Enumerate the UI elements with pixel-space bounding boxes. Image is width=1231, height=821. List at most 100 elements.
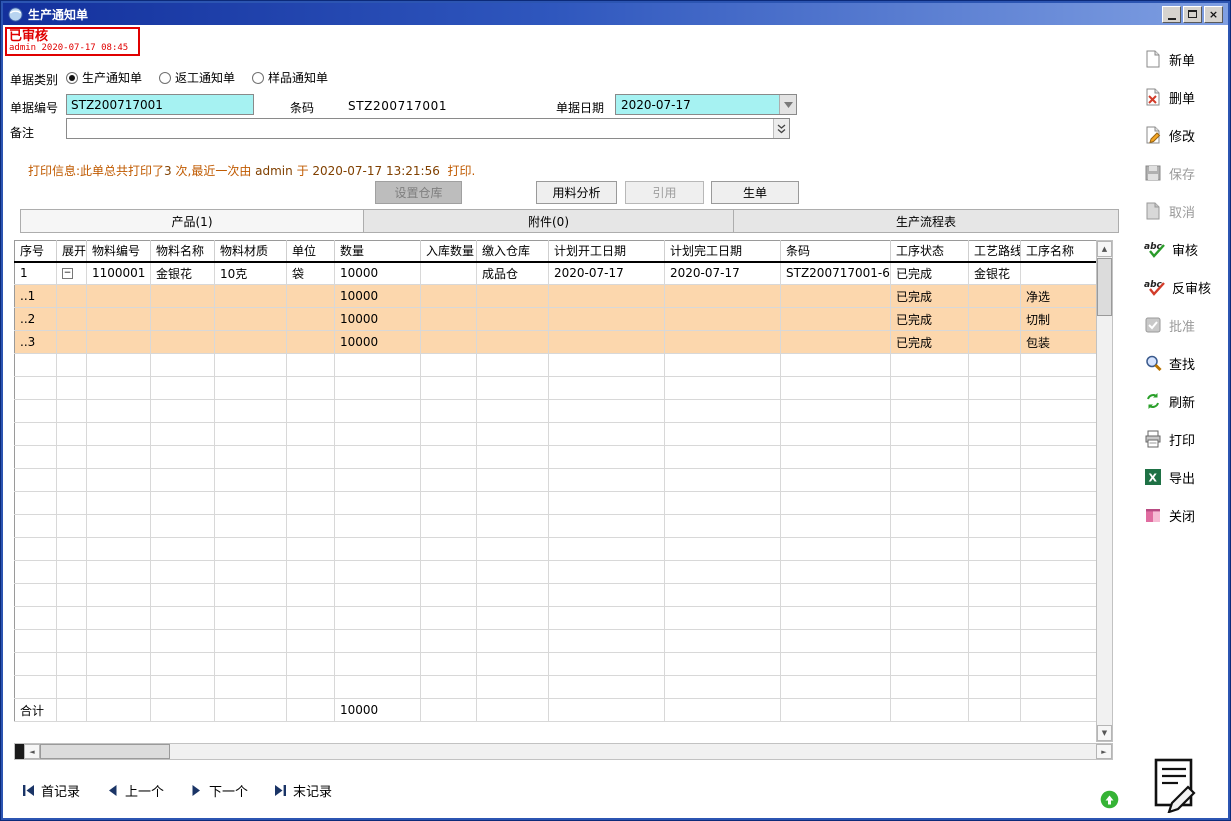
empty-row — [15, 423, 1097, 446]
sidebar-item-find[interactable]: 查找 — [1130, 344, 1228, 382]
radio-label: 样品通知单 — [268, 69, 328, 86]
action-button-1[interactable]: 用料分析 — [536, 181, 617, 204]
sidebar-item-label: 批准 — [1169, 316, 1195, 335]
scroll-down-icon[interactable]: ▼ — [1097, 725, 1112, 741]
cell: STZ200717001-60 — [781, 262, 891, 285]
column-header[interactable]: 工序状态 — [891, 241, 969, 262]
table-row[interactable]: 1−1100001金银花10克袋10000成品仓2020-07-172020-0… — [15, 262, 1097, 285]
column-header[interactable]: 工艺路线 — [969, 241, 1021, 262]
doc-no-input[interactable] — [66, 94, 254, 115]
scroll-track[interactable] — [170, 744, 1096, 759]
table-row[interactable]: ..310000已完成包装 — [15, 331, 1097, 354]
maximize-button[interactable] — [1183, 6, 1202, 23]
cell — [781, 331, 891, 354]
scroll-right-icon[interactable]: ► — [1096, 744, 1112, 759]
horizontal-scrollbar[interactable]: ◄ ► — [14, 743, 1113, 760]
sidebar-item-print[interactable]: 打印 — [1130, 420, 1228, 458]
column-header[interactable]: 序号 — [15, 241, 57, 262]
cell — [215, 331, 287, 354]
cell — [421, 285, 477, 308]
horizontal-scroll-thumb[interactable] — [40, 744, 170, 759]
sidebar-item-label: 审核 — [1172, 240, 1198, 259]
action-button-3[interactable]: 生单 — [711, 181, 799, 204]
double-chevron-down-icon[interactable] — [773, 119, 789, 138]
doc-type-radio-2[interactable]: 样品通知单 — [252, 69, 328, 86]
sidebar-item-unaudit[interactable]: abc反审核 — [1130, 268, 1228, 306]
total-qty: 10000 — [335, 699, 421, 722]
sidebar-item-label: 打印 — [1169, 430, 1195, 449]
doc-type-radio-0[interactable]: 生产通知单 — [66, 69, 142, 86]
print-info-segment: 次,最近一次由 — [172, 164, 255, 178]
scroll-left-icon[interactable]: ◄ — [24, 744, 40, 759]
cell — [57, 331, 87, 354]
column-header[interactable]: 入库数量 — [421, 241, 477, 262]
scroll-up-icon[interactable]: ▲ — [1097, 241, 1112, 257]
close-button[interactable]: × — [1204, 6, 1223, 23]
column-header[interactable]: 条码 — [781, 241, 891, 262]
tab-2[interactable]: 生产流程表 — [734, 209, 1119, 233]
chevron-down-icon[interactable] — [779, 95, 796, 114]
cell: 袋 — [287, 262, 335, 285]
column-header[interactable]: 计划完工日期 — [665, 241, 781, 262]
column-header[interactable]: 数量 — [335, 241, 421, 262]
empty-row — [15, 630, 1097, 653]
cell — [549, 285, 665, 308]
column-header[interactable]: 物料材质 — [215, 241, 287, 262]
sidebar-item-label: 刷新 — [1169, 392, 1195, 411]
barcode-value: STZ200717001 — [348, 99, 447, 113]
cell — [665, 308, 781, 331]
cell: 成品仓 — [477, 262, 549, 285]
remark-input[interactable] — [67, 119, 773, 138]
sidebar-item-delete[interactable]: 删单 — [1130, 78, 1228, 116]
doc-date-combo[interactable]: 2020-07-17 — [615, 94, 797, 115]
tab-1[interactable]: 附件(0) — [364, 209, 734, 233]
svg-text:X: X — [1149, 472, 1158, 485]
cell — [477, 331, 549, 354]
sidebar-item-new[interactable]: 新单 — [1130, 40, 1228, 78]
sidebar-item-refresh[interactable]: 刷新 — [1130, 382, 1228, 420]
table-row[interactable]: ..110000已完成净选 — [15, 285, 1097, 308]
window-title: 生产通知单 — [28, 6, 88, 23]
sidebar-item-modify[interactable]: 修改 — [1130, 116, 1228, 154]
minimize-button[interactable] — [1162, 6, 1181, 23]
record-nav-last[interactable]: 末记录 — [274, 781, 332, 800]
column-header[interactable]: 展开 — [57, 241, 87, 262]
delete-doc-icon — [1144, 88, 1162, 106]
print-info-segment: 2020-07-17 13:21:56 — [312, 164, 439, 178]
column-header[interactable]: 物料编号 — [87, 241, 151, 262]
doc-date-value: 2020-07-17 — [616, 98, 779, 112]
sidebar-item-audit[interactable]: abc审核 — [1130, 230, 1228, 268]
cell — [421, 331, 477, 354]
table-row[interactable]: ..210000已完成切制 — [15, 308, 1097, 331]
sidebar-item-label: 保存 — [1169, 164, 1195, 183]
doc-type-radio-1[interactable]: 返工通知单 — [159, 69, 235, 86]
grid-splitter[interactable] — [15, 744, 24, 759]
signature-doc-icon[interactable] — [1150, 757, 1198, 813]
record-nav-first[interactable]: 首记录 — [22, 781, 80, 800]
column-header[interactable]: 物料名称 — [151, 241, 215, 262]
cancel-icon — [1144, 202, 1162, 220]
record-nav-next[interactable]: 下一个 — [190, 781, 248, 800]
column-header[interactable]: 工序名称 — [1021, 241, 1097, 262]
sync-green-icon[interactable] — [1100, 790, 1119, 809]
vertical-scrollbar[interactable]: ▲ ▼ — [1096, 240, 1113, 742]
sidebar-item-close[interactable]: 关闭 — [1130, 496, 1228, 534]
sidebar-item-export[interactable]: X导出 — [1130, 458, 1228, 496]
column-header[interactable]: 缴入仓库 — [477, 241, 549, 262]
print-icon — [1144, 430, 1162, 448]
remark-field — [66, 118, 790, 139]
sidebar-item-label: 取消 — [1169, 202, 1195, 221]
vertical-scroll-thumb[interactable] — [1097, 258, 1112, 316]
cell — [1021, 262, 1097, 285]
unaudit-icon: abc — [1144, 278, 1165, 296]
record-nav-prev[interactable]: 上一个 — [106, 781, 164, 800]
doc-type-label: 单据类别 — [10, 71, 58, 88]
cell: 10克 — [215, 262, 287, 285]
tab-0[interactable]: 产品(1) — [20, 209, 364, 233]
column-header[interactable]: 单位 — [287, 241, 335, 262]
column-header[interactable]: 计划开工日期 — [549, 241, 665, 262]
collapse-toggle[interactable]: − — [62, 268, 73, 279]
empty-row — [15, 446, 1097, 469]
sidebar: 新单删单修改保存取消abc审核abc反审核批准查找刷新打印X导出关闭 — [1130, 40, 1228, 534]
cell: 已完成 — [891, 262, 969, 285]
